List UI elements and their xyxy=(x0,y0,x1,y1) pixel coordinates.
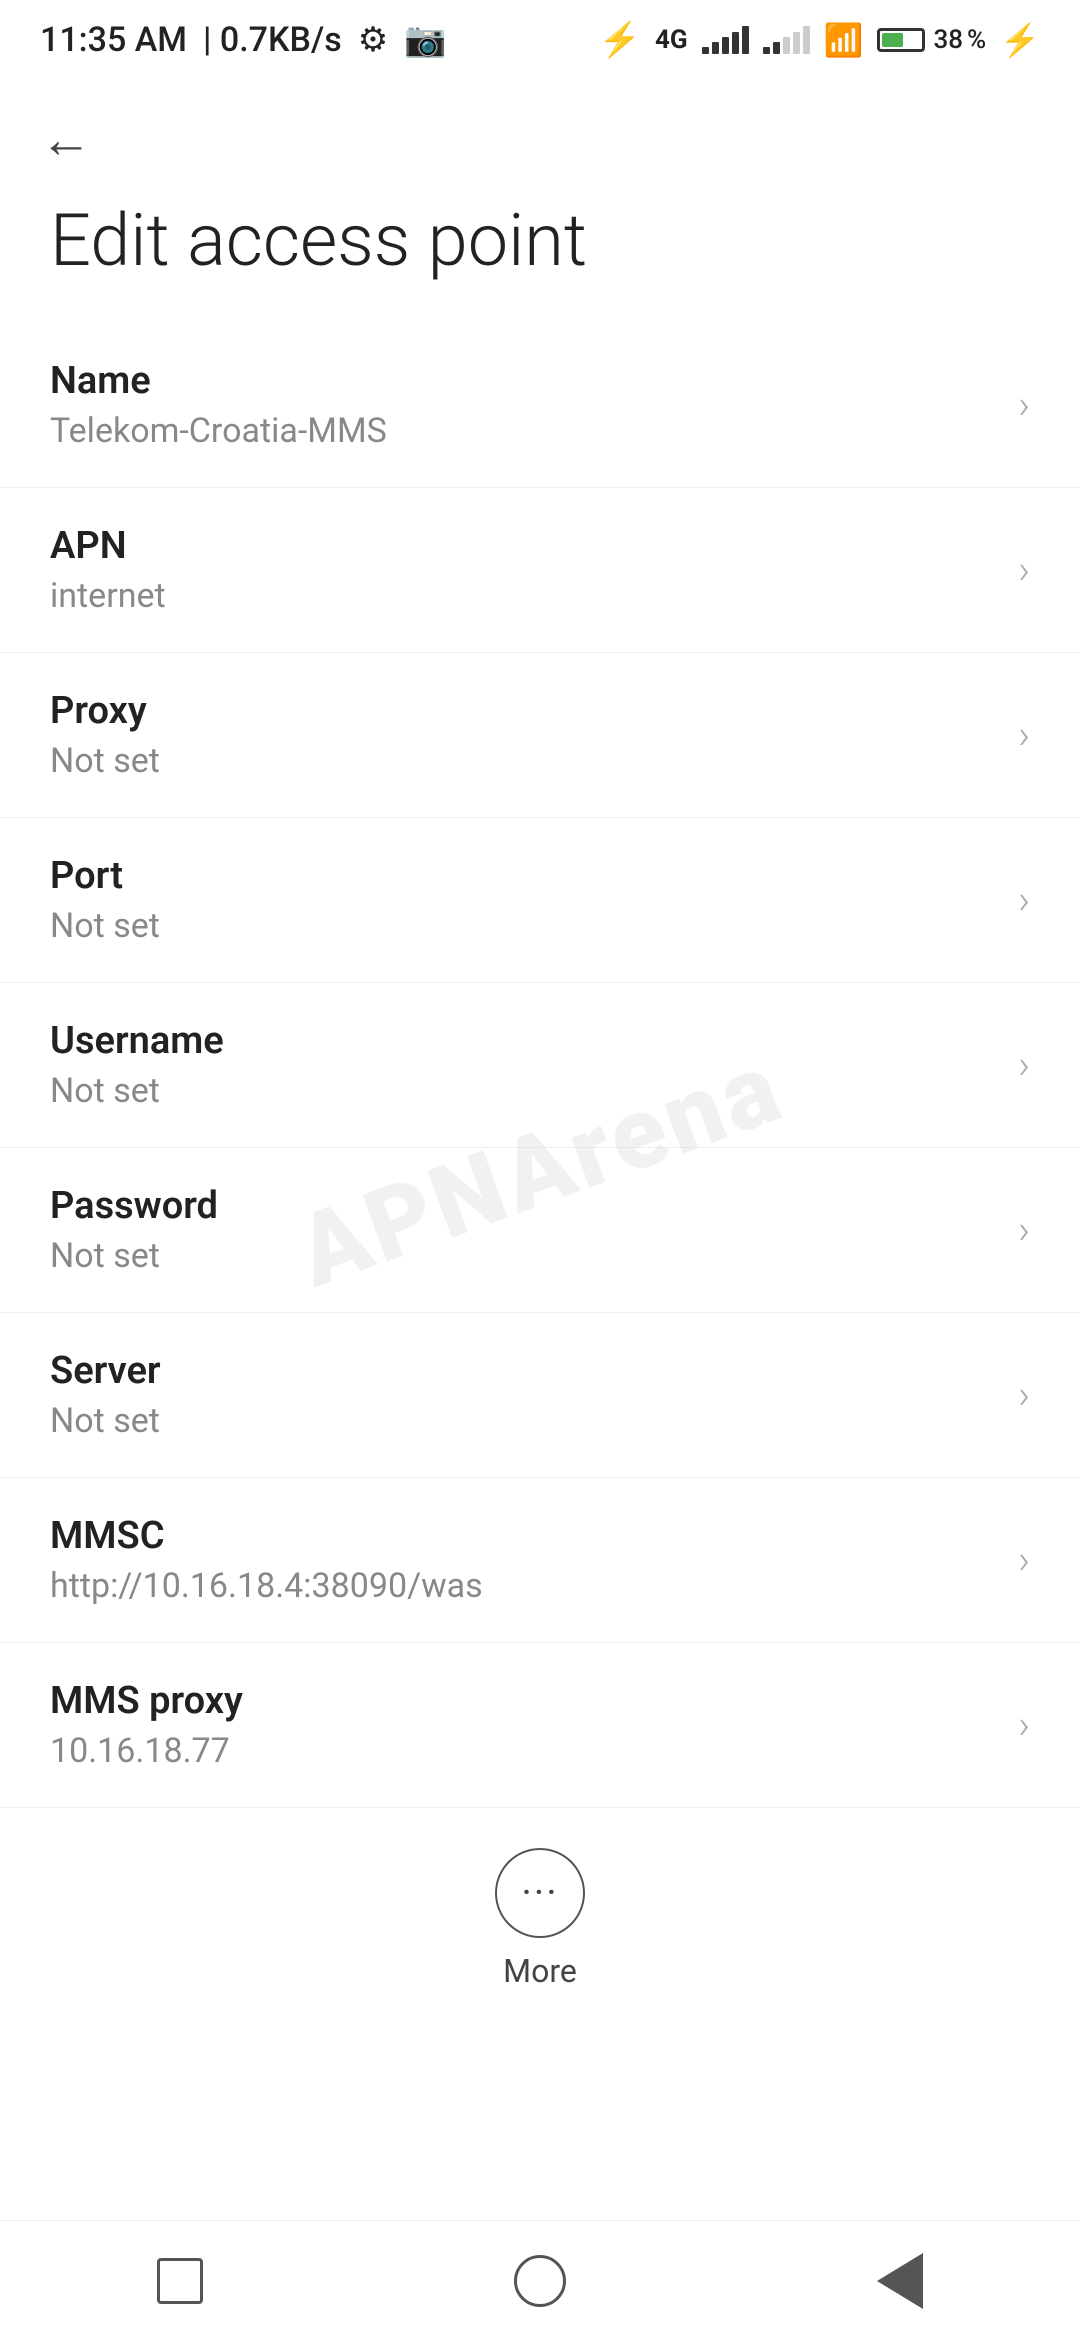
settings-label-server: Server xyxy=(50,1349,998,1393)
chevron-right-icon-username: › xyxy=(1018,1041,1030,1088)
settings-label-proxy: Proxy xyxy=(50,689,998,733)
camera-icon: 📷 xyxy=(404,20,446,60)
back-button[interactable]: ← xyxy=(40,110,100,170)
settings-item-mmsc[interactable]: MMSC http://10.16.18.4:38090/was › xyxy=(0,1478,1080,1643)
bluetooth-icon: ⚡ xyxy=(599,20,641,60)
time-display: 11:35 AM xyxy=(40,20,187,60)
settings-label-port: Port xyxy=(50,854,998,898)
network-4g-icon: 4G xyxy=(655,25,688,55)
settings-value-server: Not set xyxy=(50,1401,998,1441)
chevron-right-icon-proxy: › xyxy=(1018,711,1030,758)
back-arrow-icon: ← xyxy=(40,114,92,166)
settings-item-mms-proxy[interactable]: MMS proxy 10.16.18.77 › xyxy=(0,1643,1080,1808)
more-label: More xyxy=(503,1952,577,1990)
chevron-right-icon-port: › xyxy=(1018,876,1030,923)
chevron-right-icon-server: › xyxy=(1018,1371,1030,1418)
settings-value-mms-proxy: 10.16.18.77 xyxy=(50,1731,998,1771)
chevron-right-icon-mmsc: › xyxy=(1018,1536,1030,1583)
status-bar: 11:35 AM | 0.7KB/s ⚙ 📷 ⚡ 4G 📶 38 % xyxy=(0,0,1080,80)
settings-label-mmsc: MMSC xyxy=(50,1514,998,1558)
settings-label-apn: APN xyxy=(50,524,998,568)
more-section: ··· More xyxy=(0,1808,1080,2020)
more-dots-icon: ··· xyxy=(521,1869,558,1916)
page-title: Edit access point xyxy=(0,180,1080,323)
signal-bars-2 xyxy=(763,26,810,54)
content-area: Name Telekom-Croatia-MMS › APN internet … xyxy=(0,323,1080,2160)
battery-indicator: 38 % xyxy=(877,25,986,55)
settings-value-port: Not set xyxy=(50,906,998,946)
settings-list: Name Telekom-Croatia-MMS › APN internet … xyxy=(0,323,1080,1808)
settings-value-proxy: Not set xyxy=(50,741,998,781)
status-left: 11:35 AM | 0.7KB/s ⚙ 📷 xyxy=(40,20,447,60)
settings-value-apn: internet xyxy=(50,576,998,616)
settings-label-mms-proxy: MMS proxy xyxy=(50,1679,998,1723)
home-icon xyxy=(514,2255,566,2307)
settings-item-name[interactable]: Name Telekom-Croatia-MMS › xyxy=(0,323,1080,488)
chevron-right-icon-name: › xyxy=(1018,381,1030,428)
nav-back-button[interactable] xyxy=(850,2241,950,2321)
wifi-icon: 📶 xyxy=(824,21,864,59)
toolbar: ← xyxy=(0,80,1080,180)
settings-value-username: Not set xyxy=(50,1071,998,1111)
status-right: ⚡ 4G 📶 38 % ⚡ xyxy=(599,20,1040,60)
chevron-right-icon-mms-proxy: › xyxy=(1018,1701,1030,1748)
settings-item-server[interactable]: Server Not set › xyxy=(0,1313,1080,1478)
signal-bars-1 xyxy=(702,26,749,54)
nav-recent-apps-button[interactable] xyxy=(130,2241,230,2321)
settings-item-username[interactable]: Username Not set › xyxy=(0,983,1080,1148)
settings-label-password: Password xyxy=(50,1184,998,1228)
settings-value-mmsc: http://10.16.18.4:38090/was xyxy=(50,1566,998,1606)
settings-value-password: Not set xyxy=(50,1236,998,1276)
chevron-right-icon-apn: › xyxy=(1018,546,1030,593)
settings-value-name: Telekom-Croatia-MMS xyxy=(50,411,998,451)
back-nav-icon xyxy=(877,2253,923,2309)
settings-item-apn[interactable]: APN internet › xyxy=(0,488,1080,653)
settings-icon: ⚙ xyxy=(358,20,388,60)
settings-item-port[interactable]: Port Not set › xyxy=(0,818,1080,983)
nav-home-button[interactable] xyxy=(490,2241,590,2321)
settings-item-password[interactable]: Password Not set › xyxy=(0,1148,1080,1313)
charging-icon: ⚡ xyxy=(1000,21,1040,59)
settings-item-proxy[interactable]: Proxy Not set › xyxy=(0,653,1080,818)
recent-apps-icon xyxy=(157,2258,203,2304)
settings-label-username: Username xyxy=(50,1019,998,1063)
chevron-right-icon-password: › xyxy=(1018,1206,1030,1253)
nav-bar xyxy=(0,2220,1080,2340)
more-button[interactable]: ··· xyxy=(495,1848,585,1938)
settings-label-name: Name xyxy=(50,359,998,403)
speed-display: | 0.7KB/s xyxy=(203,20,342,60)
